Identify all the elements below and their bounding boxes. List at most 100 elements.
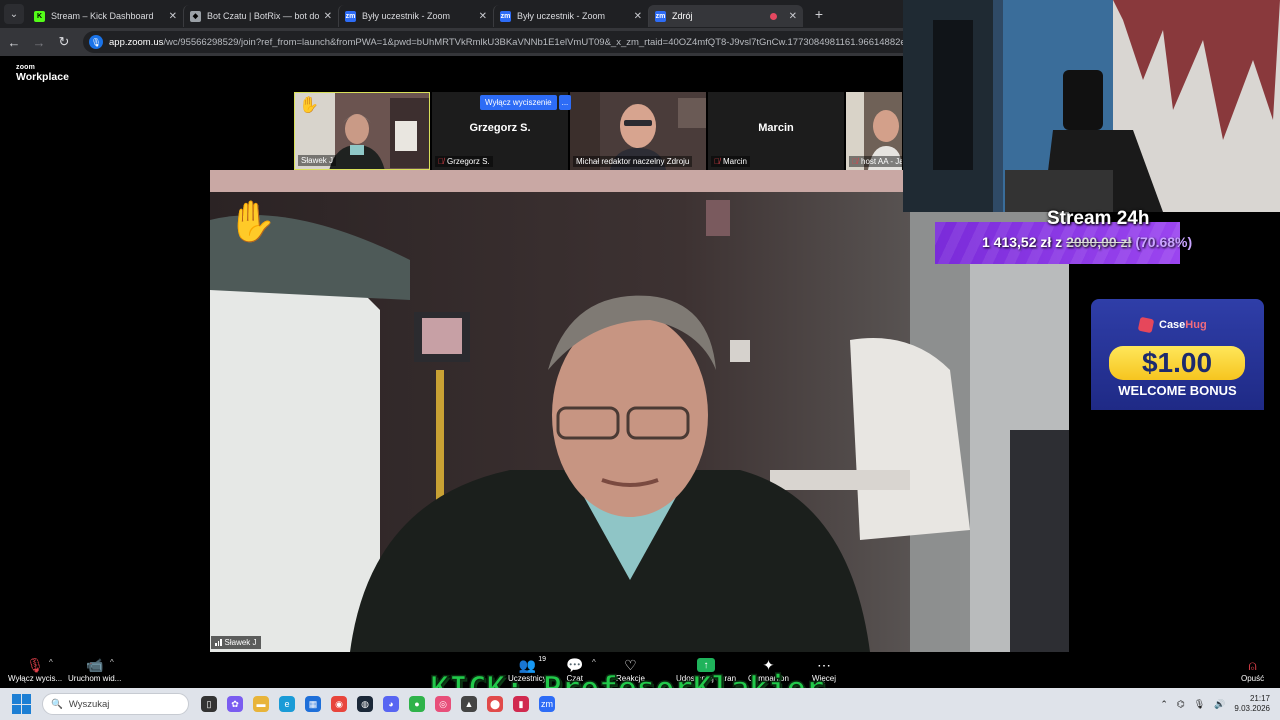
reload-icon: ↻ [58,34,70,49]
taskbar-search-placeholder: Wyszukaj [68,698,110,710]
forward-button[interactable]: → [28,31,50,53]
close-icon[interactable]: ✕ [324,11,332,22]
tab-title: Były uczestnik - Zoom [362,11,451,21]
speaker-icon[interactable]: 🔊 [1214,699,1225,710]
clock[interactable]: 21:17 9.03.2026 [1234,694,1270,714]
taskbar-apps: ▯ ✿ ▬ e ▦ ◉ ◍ ◕ ● ◎ ▲ ⬤ ▮ zm [201,696,555,712]
chevron-up-icon[interactable]: ⌃ [1160,699,1168,710]
casehug-logo-icon [1137,316,1155,334]
tab-title: Zdrój [672,11,693,21]
browser-tab-bar: ⌄ K Stream – Kick Dashboard ✕ ◆ Bot Czat… [0,0,903,28]
url-text: app.zoom.us/wc/95566298529/join?ref_from… [109,36,903,48]
taskbar-search[interactable]: 🔍 Wyszukaj [42,693,189,715]
thumbnail-michal[interactable]: Michał redaktor naczelny Zdroju [570,92,706,170]
microphone-muted-icon: 🎙 [26,656,44,673]
muted-mic-icon: 🎙̸ [852,157,858,166]
microphone-icon[interactable]: 🎙 [1194,699,1205,710]
unmute-button[interactable]: Wyłącz wyciszenie [480,95,557,110]
ad-bonus-text: WELCOME BONUS [1118,383,1237,398]
participant-label: 🎙̸ host AA - Ja [849,156,902,167]
participant-label: 🎙̸ Grzegorz S. [435,156,493,167]
chrome-icon[interactable]: ◉ [331,696,347,712]
screen: ⌄ K Stream – Kick Dashboard ✕ ◆ Bot Czat… [0,0,1280,720]
microphone-in-use-icon[interactable]: 🎙 [89,35,103,49]
browser-tab-kick[interactable]: K Stream – Kick Dashboard ✕ [28,5,183,27]
ad-brand: CaseHug [1137,316,1207,334]
participant-label: Sławek J [298,155,337,166]
leave-icon: ⍝ [1248,656,1257,673]
steam-icon[interactable]: ◍ [357,696,373,712]
raised-hand-icon: ✋ [227,200,277,244]
participant-thumbnail-strip: ✋ Sławek J Grzegorz S. 🎙̸ Grzegorz S. Mic… [294,92,903,170]
mute-button[interactable]: 🎙 Wyłącz wycis... [8,656,62,684]
unmute-prompt: Wyłącz wyciszenie ... [480,95,572,110]
tab-title: Bot Czatu | BotRix — bot do st [207,11,320,21]
browser-tab-botrix[interactable]: ◆ Bot Czatu | BotRix — bot do st ✕ [183,5,338,27]
casehug-ad-banner[interactable]: CaseHug $1.00 WELCOME BONUS [1091,299,1264,410]
arrow-left-icon: ← [7,34,21,50]
browser-tab-zoom-2[interactable]: zm Były uczestnik - Zoom ✕ [493,5,648,27]
streamer-webcam [903,0,1280,212]
app-pink-icon[interactable]: ◎ [435,696,451,712]
webcam-frame [903,0,1280,212]
chevron-down-icon: ⌄ [9,8,19,20]
participant-label: 🎙̸ Marcin [711,156,751,167]
new-tab-button[interactable]: + [809,4,829,24]
edge-icon[interactable]: e [279,696,295,712]
muted-mic-icon: 🎙̸ [438,157,444,166]
botrix-favicon-icon: ◆ [190,10,201,22]
app-green-icon[interactable]: ● [409,696,425,712]
arrow-right-icon: → [32,34,46,50]
back-button[interactable]: ← [3,31,25,53]
participant-name-center: Marcin [758,122,794,134]
participant-name-center: Grzegorz S. [469,122,531,134]
chat-options-caret-icon[interactable]: ^ [592,658,596,667]
unmute-more-button[interactable]: ... [558,95,572,110]
windows-start-icon[interactable] [12,694,32,714]
browser-tab-zdroj[interactable]: zm Zdrój ✕ [648,5,803,27]
browser-tab-zoom-1[interactable]: zm Były uczestnik - Zoom ✕ [338,5,493,27]
participant-label: Michał redaktor naczelny Zdroju [573,156,693,167]
discord-icon[interactable]: ◕ [383,696,399,712]
task-view-icon[interactable]: ▯ [201,696,217,712]
video-off-icon: 📹 [85,656,104,673]
kick-favicon-icon: K [34,10,45,22]
copilot-icon[interactable]: ✿ [227,696,243,712]
logo-workplace-text: Workplace [16,71,69,83]
stream-goal-progress: 1 413,52 zł z 2000,00 zł (70.68%) [982,234,1193,250]
windows-taskbar: 🔍 Wyszukaj ▯ ✿ ▬ e ▦ ◉ ◍ ◕ ● ◎ ▲ ⬤ ▮ zm … [0,688,1280,720]
search-icon: 🔍 [51,698,63,710]
video-options-caret-icon[interactable]: ^ [110,658,114,667]
address-bar: ← → ↻ 🎙 app.zoom.us/wc/95566298529/join?… [0,28,903,56]
ad-price: $1.00 [1109,346,1245,380]
file-explorer-icon[interactable]: ▬ [253,696,269,712]
close-icon[interactable]: ✕ [169,11,177,22]
tab-title: Stream – Kick Dashboard [51,11,154,21]
store-icon[interactable]: ▦ [305,696,321,712]
zoom-favicon-icon: zm [500,10,511,22]
thumbnail-marcin[interactable]: Marcin 🎙̸ Marcin [708,92,844,170]
main-speaker-label: Sławek J [211,636,261,649]
recording-indicator-icon [769,12,777,20]
thumbnail-slawek[interactable]: ✋ Sławek J [294,92,430,170]
stream-goal-title: Stream 24h [1047,208,1150,229]
app-crimson-icon[interactable]: ▮ [513,696,529,712]
tab-search-button[interactable]: ⌄ [4,4,24,24]
zoom-workplace-logo: zoom Workplace [16,64,69,83]
thumbnail-host[interactable]: 🎙̸ host AA - Ja [846,92,902,170]
muted-mic-icon: 🎙̸ [714,157,720,166]
app-dark-icon[interactable]: ▲ [461,696,477,712]
url-field[interactable]: 🎙 app.zoom.us/wc/95566298529/join?ref_fr… [83,31,903,53]
close-icon[interactable]: ✕ [634,11,642,22]
app-red-icon[interactable]: ⬤ [487,696,503,712]
mute-options-caret-icon[interactable]: ^ [49,658,53,667]
zoom-app-icon[interactable]: zm [539,696,555,712]
close-icon[interactable]: ✕ [479,11,487,22]
zoom-favicon-icon: zm [655,10,666,22]
zoom-favicon-icon: zm [345,10,356,22]
close-icon[interactable]: ✕ [789,11,797,22]
reload-button[interactable]: ↻ [53,31,75,53]
logo-zoom-text: zoom [16,64,36,71]
leave-button[interactable]: ⍝ Opuść [1241,656,1264,684]
network-icon[interactable]: ⌬ [1177,699,1185,710]
